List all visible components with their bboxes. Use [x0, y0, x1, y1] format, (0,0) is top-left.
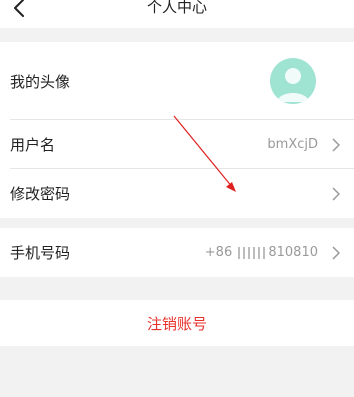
username-row[interactable]: 用户名 bmXcjD: [0, 120, 354, 169]
avatar-row[interactable]: 我的头像: [0, 42, 354, 120]
phone-prefix: +86: [204, 245, 233, 260]
phone-suffix: 810810: [268, 245, 318, 260]
avatar-label: 我的头像: [10, 72, 71, 91]
change-password-label: 修改密码: [10, 185, 71, 203]
chevron-right-icon: [332, 186, 340, 201]
page-title: 个人中心: [146, 0, 207, 16]
phone-label: 手机号码: [10, 244, 71, 262]
logout-label: 注销账号: [146, 314, 207, 333]
phone-row[interactable]: 手机号码 +86 810810: [0, 228, 354, 277]
profile-section: 我的头像 用户名 bmXcjD 修改密码: [0, 42, 354, 218]
change-password-row[interactable]: 修改密码: [0, 169, 354, 218]
contact-section: 手机号码 +86 810810: [0, 228, 354, 277]
redacted-digits: [238, 246, 267, 259]
username-value: bmXcjD: [267, 137, 318, 152]
chevron-right-icon: [332, 245, 340, 260]
header-bar: 个人中心: [0, 0, 354, 28]
chevron-right-icon: [332, 137, 340, 152]
username-label: 用户名: [10, 136, 56, 154]
avatar[interactable]: [270, 58, 316, 104]
phone-value: +86 810810: [205, 245, 318, 260]
user-silhouette-icon: [277, 68, 309, 102]
logout-button[interactable]: 注销账号: [0, 300, 354, 346]
